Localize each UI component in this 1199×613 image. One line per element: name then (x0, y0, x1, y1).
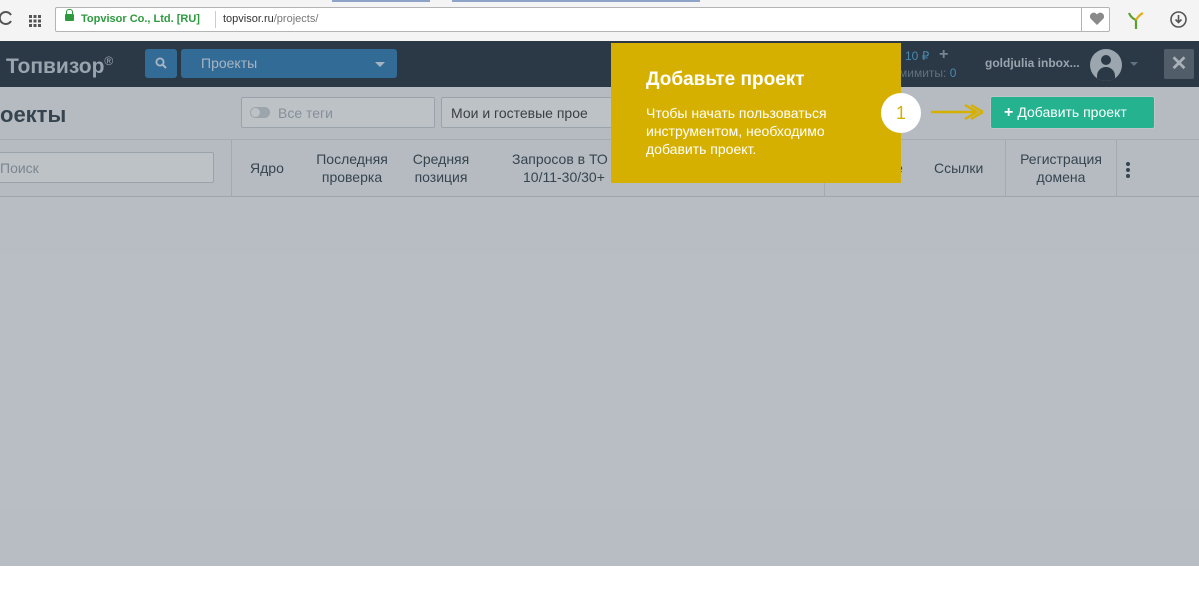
leaf-icon[interactable] (1127, 10, 1145, 35)
secure-site-label: Topvisor Co., Ltd. [RU] (81, 13, 200, 25)
plus-icon: + (1004, 104, 1014, 121)
arrow-right-icon (929, 102, 986, 127)
heart-icon[interactable] (1081, 8, 1111, 31)
step-number-badge: 1 (881, 93, 921, 133)
add-project-label: Добавить проект (1017, 104, 1127, 120)
download-icon[interactable] (1170, 11, 1187, 33)
onboarding-tooltip: Добавьте проект Чтобы начать пользоватьс… (611, 43, 901, 183)
url-path: /projects/ (273, 13, 319, 25)
add-project-button-highlighted[interactable]: + Добавить проект (991, 97, 1154, 128)
browser-tab-indicator (452, 0, 700, 2)
address-bar[interactable]: Topvisor Co., Ltd. [RU] topvisor.ru/proj… (55, 7, 1110, 32)
reload-icon[interactable] (0, 10, 12, 30)
url-divider (215, 11, 216, 28)
lock-icon (65, 9, 74, 21)
url-domain: topvisor.ru (223, 13, 274, 25)
url-text[interactable]: topvisor.ru/projects/ (223, 13, 318, 25)
browser-tab-indicator (332, 0, 430, 2)
tooltip-title: Добавьте проект (646, 69, 805, 90)
tooltip-text: Чтобы начать пользоваться инструментом, … (646, 105, 827, 157)
browser-toolbar: Topvisor Co., Ltd. [RU] topvisor.ru/proj… (0, 0, 1199, 42)
apps-grid-icon[interactable] (29, 14, 41, 32)
